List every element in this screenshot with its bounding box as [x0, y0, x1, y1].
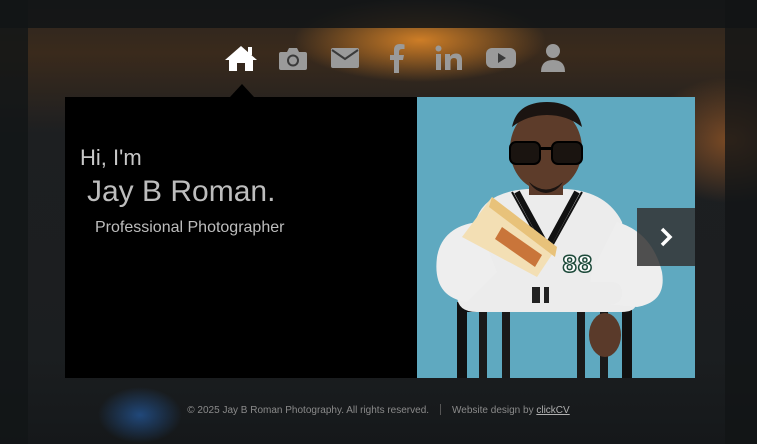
intro-panel: Hi, I'm Jay B Roman. Professional Photog… [65, 97, 417, 378]
facebook-icon [390, 44, 405, 73]
copyright-text: © 2025 Jay B Roman Photography. All righ… [187, 405, 430, 416]
background-frame-left [0, 0, 28, 444]
background-frame-right [725, 0, 757, 444]
next-slide-button[interactable] [637, 208, 695, 266]
user-icon [541, 44, 565, 72]
site-footer: © 2025 Jay B Roman Photography. All righ… [0, 404, 757, 416]
greeting-text: Hi, I'm [80, 145, 142, 170]
nav-contact[interactable] [326, 39, 364, 77]
linkedin-icon [435, 45, 462, 70]
nav-active-pointer [230, 84, 254, 97]
camera-icon [279, 48, 307, 70]
credit-prefix: Website design by [452, 405, 537, 416]
photographer-role: Professional Photographer [95, 219, 285, 236]
nav-portfolio[interactable] [274, 39, 312, 77]
main-nav [222, 38, 572, 78]
svg-text:88: 88 [562, 253, 593, 278]
photographer-name: Jay B Roman. [87, 175, 276, 208]
chevron-right-icon [660, 227, 673, 247]
credit-link[interactable]: clickCV [536, 405, 569, 416]
envelope-icon [331, 48, 359, 68]
nav-home[interactable] [222, 39, 260, 77]
youtube-icon [486, 48, 516, 68]
footer-divider [440, 404, 442, 415]
nav-facebook[interactable] [378, 39, 416, 77]
nav-linkedin[interactable] [430, 39, 468, 77]
home-icon [225, 46, 257, 71]
nav-youtube[interactable] [482, 39, 520, 77]
background-frame-top [0, 0, 757, 28]
nav-about[interactable] [534, 39, 572, 77]
